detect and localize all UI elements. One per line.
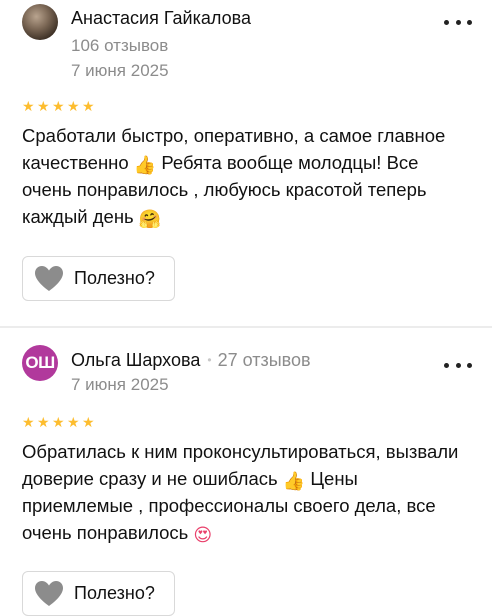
rating-stars: ★ ★ ★ ★ ★ <box>22 416 96 430</box>
star-icon: ★ <box>67 99 80 115</box>
rating-stars: ★ ★ ★ ★ ★ <box>22 100 96 114</box>
star-icon: ★ <box>37 415 50 431</box>
star-icon: ★ <box>82 415 95 431</box>
hugging-face-icon: 🤗 <box>138 209 162 230</box>
helpful-button[interactable]: Полезно? <box>22 571 175 616</box>
helpful-label: Полезно? <box>74 583 155 603</box>
star-icon: ★ <box>22 415 35 431</box>
more-options-button[interactable] <box>444 359 472 371</box>
avatar[interactable]: ОШ <box>22 345 58 381</box>
review-text-part: Обратилась к ним проконсультироваться, в… <box>22 441 459 489</box>
author-line: Ольга Шархова • 27 отзывов <box>71 349 311 371</box>
more-dots-icon <box>444 362 449 368</box>
more-dots-icon <box>455 19 461 25</box>
helpful-button[interactable]: Полезно? <box>22 256 175 301</box>
author-line: Анастасия Гайкалова <box>71 7 251 29</box>
more-dots-icon <box>455 362 461 368</box>
more-dots-icon <box>467 362 472 368</box>
star-icon: ★ <box>37 99 50 115</box>
heart-icon <box>35 580 63 606</box>
thumbs-up-icon: 👍 <box>282 471 306 492</box>
author-name[interactable]: Ольга Шархова <box>71 350 200 370</box>
review-date: 7 июня 2025 <box>71 375 169 394</box>
more-options-button[interactable] <box>444 16 472 28</box>
star-icon: ★ <box>22 99 35 115</box>
avatar[interactable] <box>22 4 58 40</box>
thumbs-up-icon: 👍 <box>133 155 157 176</box>
review-date: 7 июня 2025 <box>71 61 169 80</box>
review-text: Обратилась к ним проконсультироваться, в… <box>22 438 472 546</box>
more-dots-icon <box>444 19 449 25</box>
author-name[interactable]: Анастасия Гайкалова <box>71 8 251 28</box>
helpful-label: Полезно? <box>74 268 155 288</box>
more-dots-icon <box>467 19 472 25</box>
review-card: Анастасия Гайкалова 106 отзывов 7 июня 2… <box>0 0 492 326</box>
review-text: Сработали быстро, оперативно, а самое гл… <box>22 122 472 230</box>
separator-dot: • <box>207 353 212 367</box>
heart-eyes-icon: 😍 <box>193 525 213 546</box>
reviews-count: 106 отзывов <box>71 36 169 55</box>
reviews-count: 27 отзывов <box>217 350 311 370</box>
star-icon: ★ <box>52 99 65 115</box>
heart-icon <box>35 265 63 291</box>
star-icon: ★ <box>52 415 65 431</box>
review-card: ОШ Ольга Шархова • 27 отзывов 7 июня 2025 … <box>0 328 492 616</box>
star-icon: ★ <box>67 415 80 431</box>
star-icon: ★ <box>82 99 95 115</box>
